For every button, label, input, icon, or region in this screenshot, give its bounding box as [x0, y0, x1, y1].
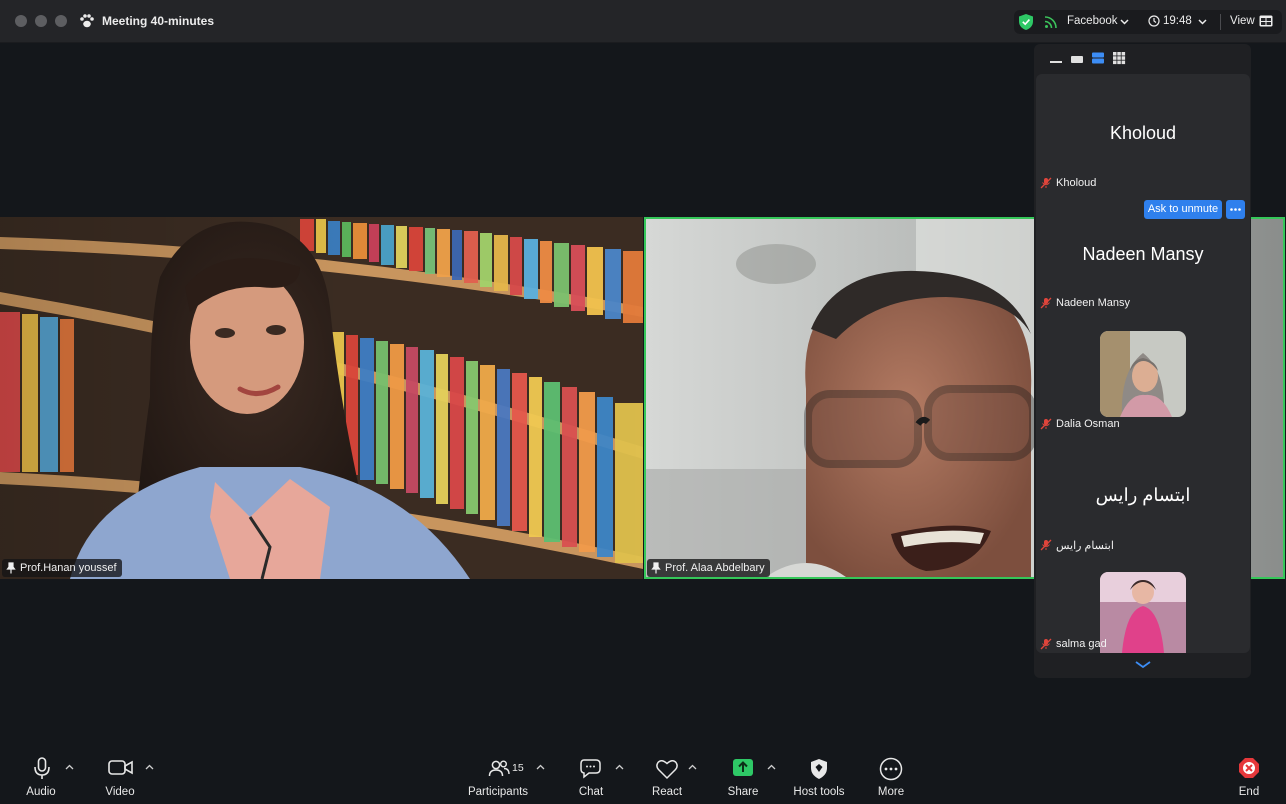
more-dots-icon — [1230, 208, 1241, 211]
participant-label: Dalia Osman — [1056, 418, 1120, 430]
microphone-icon — [34, 757, 50, 779]
muted-mic-icon — [1040, 297, 1052, 309]
chevron-down-icon[interactable] — [1120, 17, 1129, 26]
live-stream-source[interactable]: Facebook — [1067, 15, 1118, 27]
participant-avatar — [1100, 331, 1186, 417]
participant-label: salma gad — [1056, 638, 1107, 650]
muted-mic-icon — [1040, 638, 1052, 650]
react-label: React — [651, 786, 683, 798]
chat-options-caret-icon[interactable] — [615, 764, 624, 771]
participant-label: Kholoud — [1056, 177, 1097, 189]
single-video-icon[interactable] — [1070, 53, 1084, 65]
participants-label: Participants — [467, 786, 529, 798]
share-options-caret-icon[interactable] — [767, 764, 776, 771]
scroll-down-chevron-icon[interactable] — [1134, 659, 1152, 671]
video-feed-bookshelf — [0, 217, 643, 579]
window-close-button[interactable] — [15, 15, 27, 27]
participant-label: ابتسام رايس — [1056, 540, 1114, 552]
participant-name-tag: Prof.Hanan youssef — [2, 559, 122, 577]
participants-count: 15 — [512, 762, 524, 774]
view-button[interactable]: View — [1230, 15, 1255, 27]
paw-icon — [80, 14, 94, 28]
participant-avatar — [1100, 572, 1186, 653]
participant-display-name: Kholoud — [1109, 123, 1177, 143]
window-minimize-button[interactable] — [35, 15, 47, 27]
host-tools-label: Host tools — [793, 786, 845, 798]
pin-icon — [651, 562, 661, 574]
participant-display-name: ابتسام رايس — [1095, 485, 1191, 505]
window-zoom-button[interactable] — [55, 15, 67, 27]
profile-photo — [1100, 572, 1186, 653]
participant-label: Nadeen Mansy — [1056, 297, 1130, 309]
share-label: Share — [727, 786, 759, 798]
clock-icon — [1148, 15, 1160, 27]
encryption-shield-icon[interactable] — [1018, 13, 1034, 31]
more-options-icon — [879, 757, 903, 781]
grid-view-icon[interactable] — [1259, 15, 1273, 27]
meeting-title: Meeting 40-minutes — [102, 14, 215, 28]
video-options-caret-icon[interactable] — [145, 764, 154, 771]
participants-options-caret-icon[interactable] — [536, 764, 545, 771]
more-label: More — [877, 786, 905, 798]
video-camera-icon — [108, 760, 133, 775]
video-label: Video — [105, 786, 135, 798]
video-tile[interactable]: Prof.Hanan youssef — [0, 217, 643, 579]
react-options-caret-icon[interactable] — [688, 764, 697, 771]
chevron-down-icon[interactable] — [1198, 17, 1207, 26]
audio-options-caret-icon[interactable] — [65, 764, 74, 771]
host-shield-icon — [811, 759, 827, 779]
end-label: End — [1238, 786, 1260, 798]
audio-label: Audio — [26, 786, 56, 798]
profile-photo — [1100, 331, 1186, 417]
muted-mic-icon — [1040, 539, 1052, 551]
muted-mic-icon — [1040, 418, 1052, 430]
heart-icon — [656, 760, 678, 780]
participant-display-name: Nadeen Mansy — [1082, 244, 1204, 264]
participant-name: Prof. Alaa Abdelbary — [665, 562, 765, 574]
muted-mic-icon — [1040, 177, 1052, 189]
participant-name-tag: Prof. Alaa Abdelbary — [647, 559, 770, 577]
end-call-icon — [1239, 758, 1259, 778]
live-stream-icon — [1044, 16, 1057, 29]
meeting-time[interactable]: 19:48 — [1163, 15, 1192, 27]
pin-icon — [6, 562, 16, 574]
chat-bubble-icon — [580, 759, 601, 779]
chat-label: Chat — [578, 786, 604, 798]
participant-name: Prof.Hanan youssef — [20, 562, 117, 574]
participants-icon — [488, 760, 510, 777]
hide-videos-icon[interactable] — [1049, 53, 1063, 65]
share-screen-icon — [733, 759, 753, 776]
participant-more-button[interactable] — [1226, 200, 1245, 219]
divider — [1220, 14, 1221, 30]
strip-view-icon[interactable] — [1091, 51, 1105, 65]
grid-view-icon[interactable] — [1112, 51, 1126, 65]
ask-to-unmute-button[interactable]: Ask to unmute — [1144, 200, 1222, 219]
